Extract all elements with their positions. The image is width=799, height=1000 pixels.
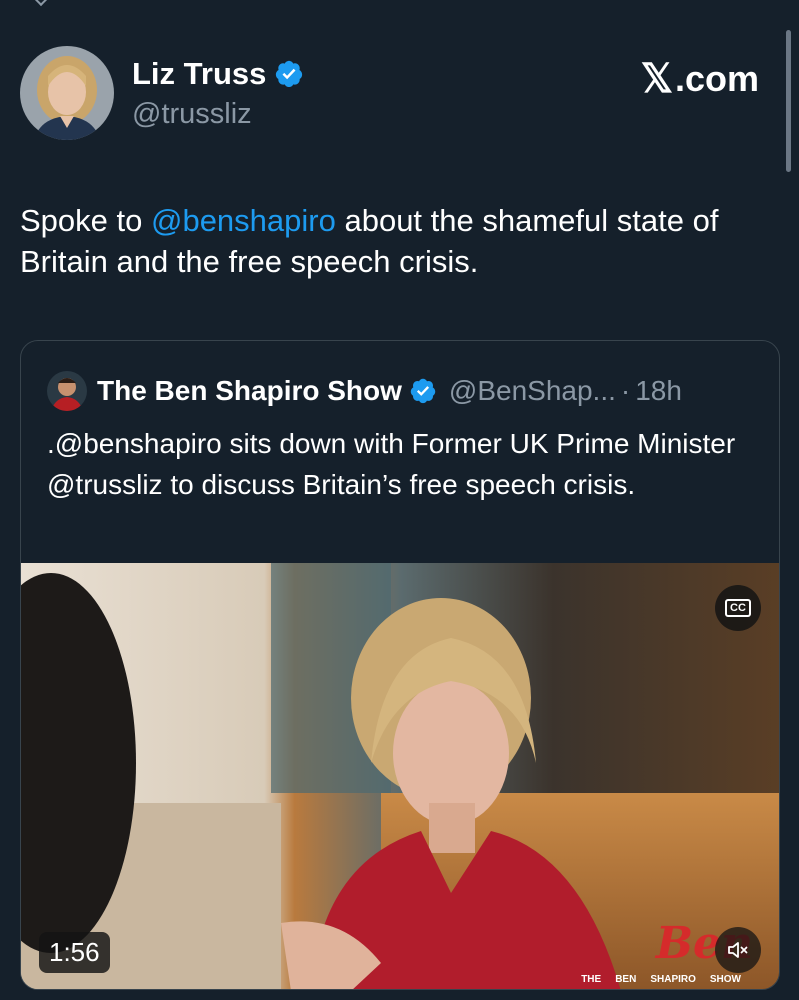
- video-player[interactable]: CC Ben THE BEN SHAPIRO SHOW 1:56: [21, 563, 779, 989]
- captions-button[interactable]: CC: [715, 585, 761, 631]
- author-display-name[interactable]: Liz Truss: [132, 56, 266, 92]
- mute-button[interactable]: [715, 927, 761, 973]
- author-handle[interactable]: @trussliz: [132, 98, 252, 131]
- post-header: Liz Truss @trussliz 𝕏 .com: [20, 46, 759, 146]
- logo-word: THE: [581, 974, 602, 985]
- video-duration: 1:56: [39, 932, 110, 973]
- post-text-before: Spoke to: [20, 203, 151, 238]
- chevron-down-icon[interactable]: [33, 0, 49, 7]
- brand-wordmark: 𝕏 .com: [641, 56, 759, 102]
- quoted-author-handle[interactable]: @BenShap...: [449, 375, 616, 407]
- brand-suffix: .com: [674, 58, 759, 99]
- x-logo-icon: 𝕏: [640, 57, 673, 101]
- verified-badge-icon: [410, 378, 436, 404]
- logo-word: SHOW: [709, 974, 741, 985]
- quoted-post-header: The Ben Shapiro Show @BenShap... · 18h: [47, 371, 682, 411]
- quoted-post-text: .@benshapiro sits down with Former UK Pr…: [47, 428, 736, 500]
- post-text: Spoke to @benshapiro about the shameful …: [20, 200, 760, 282]
- author-name-row: Liz Truss: [132, 56, 304, 92]
- quoted-author-avatar[interactable]: [47, 371, 87, 411]
- logo-word: SHAPIRO: [650, 974, 696, 985]
- quoted-author-name[interactable]: The Ben Shapiro Show: [97, 375, 402, 407]
- top-edge: [0, 0, 799, 14]
- mute-icon: [728, 942, 748, 958]
- separator-dot: ·: [620, 375, 631, 406]
- captions-icon: CC: [725, 599, 751, 617]
- logo-word: BEN: [615, 974, 637, 985]
- quoted-post-time[interactable]: 18h: [635, 375, 682, 407]
- scrollbar[interactable]: [786, 30, 791, 172]
- verified-badge-icon: [276, 60, 303, 88]
- mention-link[interactable]: @benshapiro: [151, 203, 336, 238]
- quoted-post[interactable]: The Ben Shapiro Show @BenShap... · 18h .…: [20, 340, 780, 990]
- show-logo-subtitle: THE BEN SHAPIRO SHOW: [581, 974, 741, 985]
- author-avatar[interactable]: [20, 46, 114, 140]
